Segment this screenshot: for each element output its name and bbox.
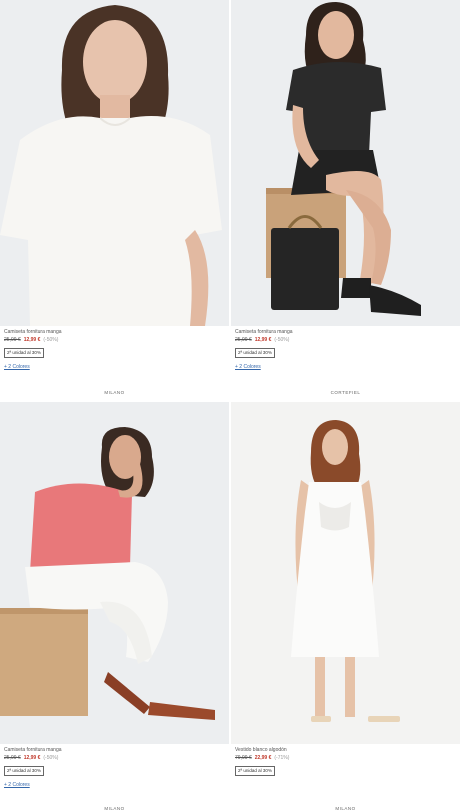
price-row: 79,99 €22,99 € (-71%) xyxy=(235,755,456,762)
product-info: Camiseta fornitura manga 25,99 €12,99 €(… xyxy=(231,326,460,371)
original-price: 25,99 € xyxy=(4,337,21,343)
product-info: Vestido blanco algodón 79,99 €22,99 € (-7… xyxy=(231,744,460,776)
more-colors-link[interactable]: + 2 Colores xyxy=(235,364,456,371)
model-photo-image xyxy=(0,0,229,326)
sale-price: 12,99 € xyxy=(23,755,41,761)
promo-badge: 2ª unidad al 30% xyxy=(235,348,275,358)
original-price: 79,99 € xyxy=(235,755,252,761)
product-photo[interactable] xyxy=(0,0,229,326)
more-colors-link[interactable]: + 2 Colores xyxy=(4,364,225,371)
model-photo-image xyxy=(231,402,460,744)
brand-label: MILANO xyxy=(104,806,125,811)
promo-badge: 2ª unidad al 30% xyxy=(235,766,275,776)
original-price: 25,99 € xyxy=(235,337,252,343)
price-row: 25,99 €12,99 € (-50%) xyxy=(4,337,225,344)
sale-price: 22,99 € xyxy=(254,755,272,761)
model-photo-image xyxy=(0,402,229,744)
more-colors-link[interactable]: + 2 Colores xyxy=(4,782,225,789)
promo-badge: 2ª unidad al 30% xyxy=(4,766,44,776)
product-card[interactable]: Vestido blanco algodón 79,99 €22,99 € (-7… xyxy=(231,402,460,776)
product-name[interactable]: Vestido blanco algodón xyxy=(235,747,456,754)
original-price: 25,99 € xyxy=(4,755,21,761)
discount-percent: (-50%) xyxy=(43,337,59,343)
product-card[interactable]: Camiseta fornitura manga 25,99 €12,99 €(… xyxy=(0,0,229,371)
product-info: Camiseta fornitura manga 25,99 €12,99 €(… xyxy=(0,326,229,371)
product-photo[interactable] xyxy=(0,402,229,744)
brand-label: CORTEFIEL xyxy=(330,390,361,395)
product-card[interactable]: Camiseta fornitura manga 25,99 €12,99 €(… xyxy=(231,0,460,371)
product-name[interactable]: Camiseta fornitura manga xyxy=(4,747,225,754)
product-photo[interactable] xyxy=(231,402,460,744)
discount-percent: (-50%) xyxy=(43,755,59,761)
product-name[interactable]: Camiseta fornitura manga xyxy=(235,329,456,336)
discount-percent: (-71%) xyxy=(274,755,290,761)
brand-label: MILANO xyxy=(335,806,356,811)
product-info: Camiseta fornitura manga 25,99 €12,99 €(… xyxy=(0,744,229,789)
price-row: 25,99 €12,99 € (-50%) xyxy=(235,337,456,344)
promo-badge: 2ª unidad al 30% xyxy=(4,348,44,358)
price-row: 25,99 €12,99 € (-50%) xyxy=(4,755,225,762)
discount-percent: (-50%) xyxy=(274,337,290,343)
model-photo-image xyxy=(231,0,460,326)
sale-price: 12,99 € xyxy=(23,337,41,343)
product-photo[interactable] xyxy=(231,0,460,326)
sale-price: 12,99 € xyxy=(254,337,272,343)
product-grid: Camiseta fornitura manga 25,99 €12,99 €(… xyxy=(0,0,475,812)
product-card[interactable]: Camiseta fornitura manga 25,99 €12,99 €(… xyxy=(0,402,229,789)
brand-label: MILANO xyxy=(104,390,125,395)
product-name[interactable]: Camiseta fornitura manga xyxy=(4,329,225,336)
